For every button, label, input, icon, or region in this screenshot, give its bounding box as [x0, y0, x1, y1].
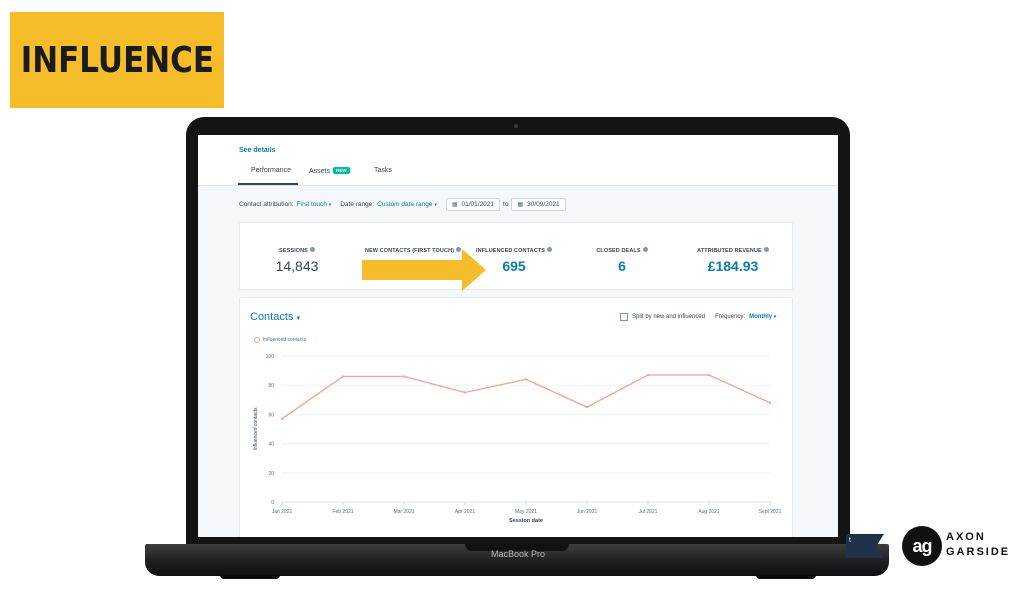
date-range-dropdown[interactable]: Custom date range ▾: [377, 201, 437, 208]
series-line: [281, 374, 771, 420]
date-range-label: Date range:: [340, 200, 375, 208]
stat-sessions-label: SESSIONS: [279, 248, 308, 254]
to-label: to: [503, 200, 509, 208]
x-tick-label: Apr 2021: [455, 509, 476, 515]
laptop-foot-left: [220, 575, 280, 579]
attribution-dropdown[interactable]: First touch ▾: [297, 201, 332, 208]
info-icon[interactable]: [763, 247, 769, 252]
y-tick-label: 80: [268, 383, 274, 389]
tab-performance[interactable]: Performance: [251, 167, 291, 174]
contacts-chart-card: Contacts ▾ Split by new and influenced F…: [239, 297, 793, 537]
laptop-screen: See details Performance Assets NEW Tasks …: [198, 135, 838, 537]
banner-title: INFLUENCE: [20, 39, 214, 81]
x-axis-label: Session date: [509, 518, 543, 524]
tab-assets[interactable]: Assets NEW: [309, 167, 350, 175]
end-date-input[interactable]: ▦ 30/09/2021: [511, 197, 566, 211]
tab-assets-label: Assets: [309, 168, 331, 175]
data-point: [585, 405, 589, 409]
data-point: [524, 378, 528, 381]
x-tick-label: Feb 2021: [332, 509, 353, 515]
camera-icon: [514, 124, 518, 128]
data-point: [646, 373, 650, 377]
data-point: [768, 401, 772, 404]
attribution-label: Contact attribution:: [239, 200, 294, 208]
x-tick-label: Aug 2021: [698, 509, 720, 515]
tab-tasks[interactable]: Tasks: [374, 167, 392, 174]
data-point: [402, 375, 406, 378]
data-point: [280, 417, 284, 420]
x-tick-label: Jan 2021: [272, 509, 293, 515]
new-badge: NEW: [333, 167, 350, 174]
stat-attributed-revenue-value[interactable]: £184.93: [678, 258, 788, 274]
data-point: [707, 373, 711, 377]
x-tick-label: Jul 2021: [639, 509, 658, 515]
data-point: [341, 375, 345, 378]
active-tab-indicator: [238, 183, 298, 185]
see-details-link[interactable]: See details: [239, 147, 276, 154]
filter-bar: Contact attribution: First touch ▾ Date …: [239, 197, 566, 211]
x-tick-label: Sept 2021: [759, 509, 782, 515]
attribution-value: First touch: [296, 200, 327, 208]
report-header: See details Performance Assets NEW Tasks: [198, 135, 838, 186]
date-range-value: Custom date range: [377, 200, 433, 208]
company-name-line2: GARSIDE: [946, 546, 1011, 558]
x-tick-label: Mar 2021: [393, 509, 414, 515]
partner-badge-text: t: [849, 537, 851, 544]
stat-closed-deals-label: CLOSED DEALS: [596, 248, 641, 254]
calendar-icon: ▦: [451, 201, 458, 208]
info-icon[interactable]: [642, 247, 648, 252]
info-icon[interactable]: [547, 247, 553, 252]
arrow-right-icon: [362, 249, 486, 291]
x-tick-label: Jun 2021: [577, 509, 598, 515]
y-tick-label: 60: [268, 412, 274, 418]
company-name-line1: AXON: [946, 531, 986, 543]
start-date-value: 01/01/2021: [461, 200, 495, 208]
stat-attributed-revenue-label: ATTRIBUTED REVENUE: [697, 248, 762, 254]
chevron-down-icon: ▾: [434, 201, 437, 208]
calendar-icon: ▦: [517, 201, 524, 208]
x-tick-label: May 2021: [515, 509, 537, 515]
logo-mark: ag: [912, 535, 932, 556]
tab-tasks-label: Tasks: [374, 167, 392, 174]
stat-attributed-revenue: ATTRIBUTED REVENUE £184.93: [678, 247, 788, 274]
line-chart: 0 20 40 60 80 100 Jan 2021 Feb 2021 Mar 2021 Apr …: [253, 354, 782, 524]
y-tick-label: 40: [268, 442, 274, 448]
stat-closed-deals: CLOSED DEALS 6: [567, 247, 677, 274]
tab-performance-label: Performance: [251, 167, 292, 174]
stat-sessions-value: 14,843: [275, 258, 319, 274]
stats-summary-card: SESSIONS 14,843 NEW CONTACTS (FIRST TOUC…: [239, 222, 793, 290]
axon-garside-logo: ag: [902, 526, 942, 566]
data-point: [463, 391, 467, 394]
y-tick-label: 20: [268, 471, 274, 477]
start-date-input[interactable]: ▦ 01/01/2021: [445, 197, 501, 211]
y-axis-label: Influenced contacts: [253, 407, 259, 451]
influence-banner: INFLUENCE: [10, 12, 224, 108]
chevron-down-icon: ▾: [328, 201, 332, 208]
stat-closed-deals-value[interactable]: 6: [567, 258, 677, 274]
y-tick-label: 0: [271, 500, 274, 506]
end-date-value: 30/09/2021: [527, 200, 560, 208]
laptop-model-label: MacBook Pro: [490, 549, 546, 559]
stat-sessions: SESSIONS 14,843: [242, 247, 352, 274]
info-icon[interactable]: [309, 247, 315, 252]
y-tick-label: 100: [266, 354, 275, 360]
laptop-foot-right: [756, 575, 816, 579]
